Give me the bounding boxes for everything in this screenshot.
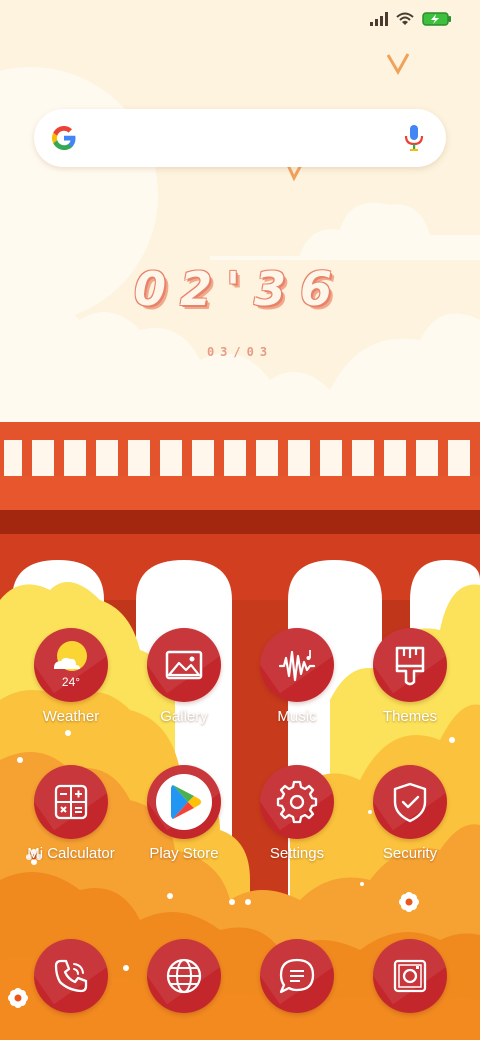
- dock-phone[interactable]: [15, 939, 127, 1013]
- app-label: Settings: [269, 845, 325, 862]
- app-settings[interactable]: Settings: [241, 765, 353, 862]
- app-label: Weather: [42, 708, 100, 725]
- app-label: Gallery: [160, 708, 208, 725]
- music-icon: [260, 628, 334, 702]
- clock-date: 03/03: [206, 345, 274, 359]
- phone-icon: [34, 939, 108, 1013]
- google-g-icon: [52, 126, 76, 150]
- messages-icon: [260, 939, 334, 1013]
- mic-icon[interactable]: [404, 124, 424, 152]
- status-bar: [0, 0, 480, 40]
- app-label: Themes: [382, 708, 438, 725]
- play-store-icon: [147, 765, 221, 839]
- calculator-icon: [34, 765, 108, 839]
- clock-time[interactable]: 02'36: [0, 262, 480, 316]
- app-themes[interactable]: Themes: [354, 628, 466, 725]
- camera-icon: [373, 939, 447, 1013]
- app-label: Music: [277, 708, 317, 725]
- browser-globe-icon: [147, 939, 221, 1013]
- app-label: Mi Calculator: [27, 845, 115, 862]
- weather-temperature: 24°: [61, 675, 81, 689]
- themes-brush-icon: [373, 628, 447, 702]
- dock-browser[interactable]: [128, 939, 240, 1013]
- gear-icon: [260, 765, 334, 839]
- battery-charging-icon: [422, 12, 451, 26]
- wifi-icon: [396, 12, 414, 25]
- dock-camera[interactable]: [354, 939, 466, 1013]
- app-play-store[interactable]: Play Store: [128, 765, 240, 862]
- app-mi-calculator[interactable]: Mi Calculator: [15, 765, 127, 862]
- search-bar[interactable]: [34, 109, 446, 167]
- gallery-icon: [147, 628, 221, 702]
- weather-icon: 24°: [34, 628, 108, 702]
- app-security[interactable]: Security: [354, 765, 466, 862]
- app-weather[interactable]: 24° Weather: [15, 628, 127, 725]
- app-label: Play Store: [149, 845, 219, 862]
- shield-check-icon: [373, 765, 447, 839]
- app-label: Security: [382, 845, 438, 862]
- dock-messages[interactable]: [241, 939, 353, 1013]
- app-gallery[interactable]: Gallery: [128, 628, 240, 725]
- signal-icon: [370, 12, 388, 26]
- app-music[interactable]: Music: [241, 628, 353, 725]
